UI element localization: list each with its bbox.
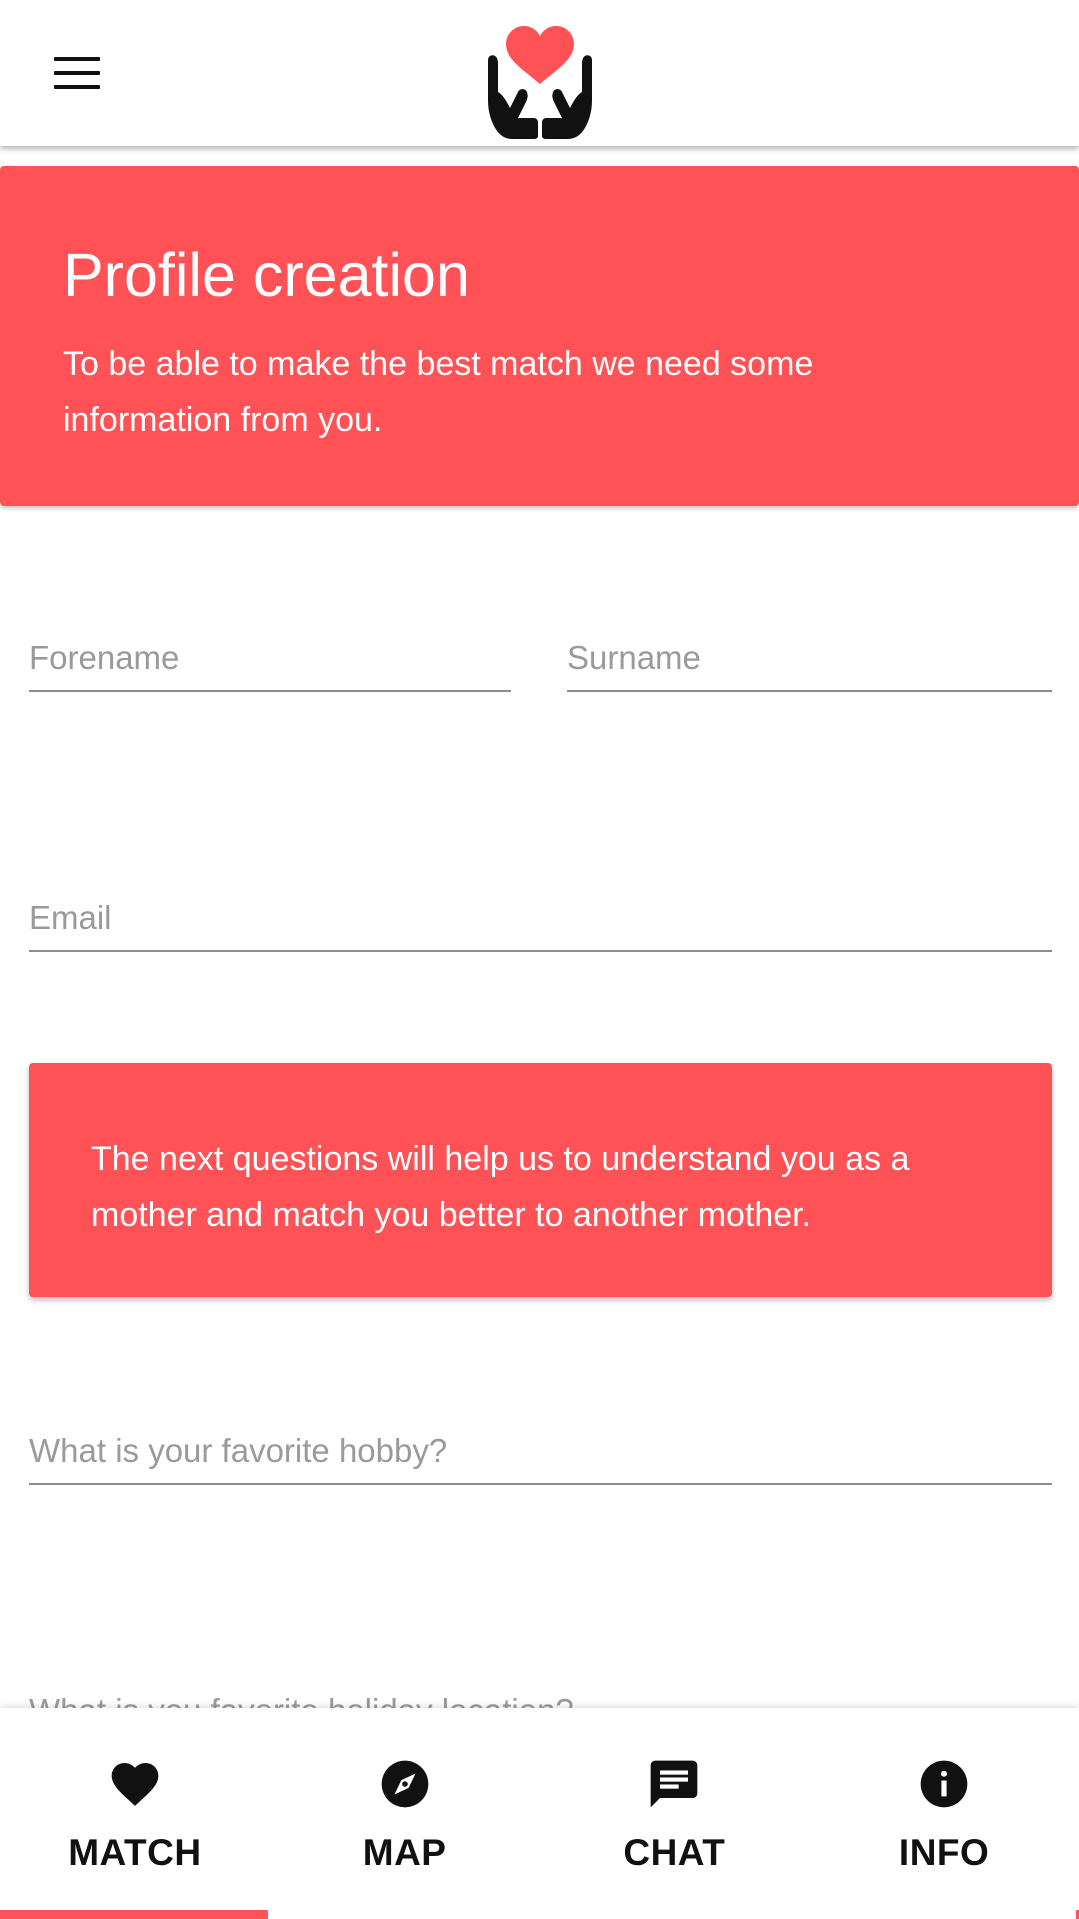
nav-item-map[interactable]: MAP	[270, 1708, 540, 1919]
profile-creation-screen: Profile creation To be able to make the …	[0, 0, 1079, 1919]
hobby-input[interactable]	[29, 1423, 1052, 1479]
surname-input[interactable]	[567, 630, 1052, 686]
hobby-field	[29, 1423, 1052, 1485]
heart-icon	[111, 1763, 159, 1806]
chat-icon	[651, 1760, 698, 1808]
nav-label-map: MAP	[362, 1832, 447, 1873]
hamburger-menu-icon[interactable]	[52, 54, 104, 94]
info-text: The next questions will help us to under…	[91, 1140, 910, 1234]
nav-label-match: MATCH	[68, 1832, 202, 1873]
top-app-bar	[0, 0, 1079, 146]
compass-icon	[381, 1760, 428, 1808]
nav-item-chat[interactable]: CHAT	[540, 1708, 810, 1919]
nav-item-info[interactable]: INFO	[809, 1708, 1079, 1919]
info-icon	[920, 1760, 968, 1808]
email-field	[29, 890, 1052, 952]
questions-info-card: The next questions will help us to under…	[29, 1063, 1052, 1297]
active-tab-indicator	[0, 1910, 268, 1919]
heart-in-hands-logo	[488, 26, 592, 139]
bottom-navigation: MATCH MAP CHAT INFO	[0, 1708, 1079, 1919]
nav-item-match[interactable]: MATCH	[0, 1708, 270, 1919]
forename-input[interactable]	[29, 630, 511, 686]
page-title: Profile creation	[63, 241, 470, 309]
email-input[interactable]	[29, 890, 1052, 946]
nav-label-info: INFO	[898, 1832, 990, 1873]
surname-field	[567, 630, 1052, 692]
profile-header-card: Profile creation To be able to make the …	[0, 166, 1079, 506]
nav-label-chat: CHAT	[623, 1832, 726, 1873]
forename-field	[29, 630, 511, 692]
page-description: To be able to make the best match we nee…	[63, 345, 814, 439]
